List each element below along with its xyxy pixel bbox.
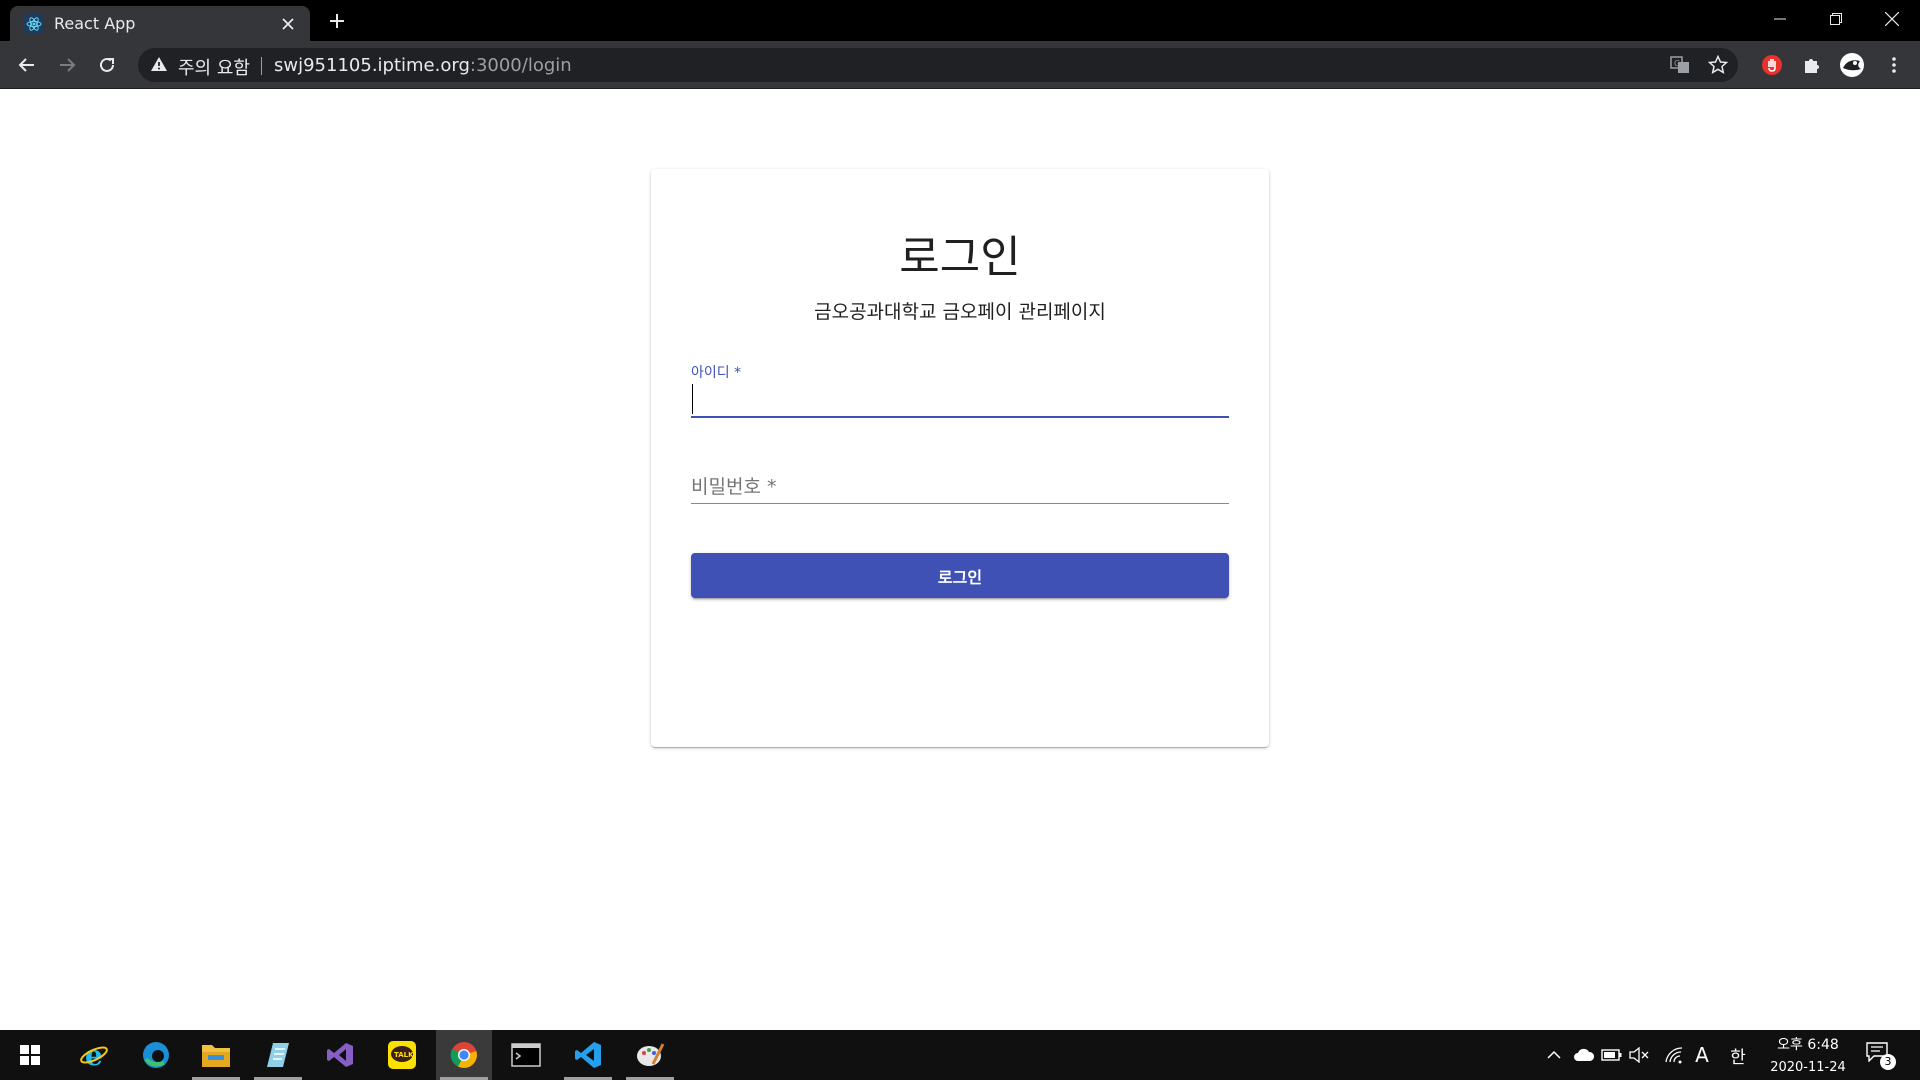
svg-text:G: G (1674, 59, 1680, 68)
react-logo-icon (24, 13, 44, 34)
browser-toolbar: 주의 요함 swj951105.iptime.org:3000/login G (0, 41, 1920, 89)
terminal-icon[interactable] (498, 1030, 554, 1080)
clock-time: 오후 6:48 (1777, 1037, 1839, 1053)
browser-tab[interactable]: React App (10, 6, 310, 41)
action-center-button[interactable]: 3 (1866, 1042, 1896, 1070)
svg-text:e: e (85, 1040, 103, 1070)
login-card: 로그인 금오공과대학교 금오페이 관리페이지 아이디 * 비밀번호 * 로그인 (651, 169, 1269, 747)
id-field-label: 아이디 * (691, 365, 742, 381)
page-title: 로그인 (899, 232, 1021, 283)
close-window-button[interactable] (1864, 0, 1920, 38)
taskbar: e TALK A 한 오후 6:48 2020-11-24 3 (0, 1030, 1920, 1080)
wifi-icon[interactable] (1662, 1043, 1686, 1067)
edge-icon[interactable] (128, 1030, 184, 1080)
kakaotalk-icon[interactable]: TALK (374, 1030, 430, 1080)
file-explorer-icon[interactable] (188, 1030, 244, 1080)
password-input[interactable] (691, 472, 1229, 506)
address-bar[interactable]: 주의 요함 swj951105.iptime.org:3000/login G (138, 48, 1738, 82)
id-field-underline (691, 416, 1229, 418)
warning-icon[interactable] (150, 56, 168, 76)
tab-title: React App (54, 14, 136, 33)
password-field[interactable]: 비밀번호 * (691, 452, 1229, 512)
chrome-icon[interactable] (436, 1030, 492, 1080)
svg-text:TALK: TALK (394, 1051, 414, 1059)
ime-mode-indicator[interactable]: A (1690, 1043, 1714, 1067)
url-host: swj951105.iptime.org (274, 55, 470, 76)
extensions-puzzle-icon[interactable] (1798, 51, 1826, 79)
back-button[interactable] (12, 50, 42, 80)
url-text[interactable]: swj951105.iptime.org:3000/login (274, 55, 572, 76)
url-path: :3000/login (469, 55, 572, 76)
clock-date: 2020-11-24 (1770, 1060, 1846, 1075)
reload-button[interactable] (92, 50, 122, 80)
security-status[interactable]: 주의 요함 (178, 54, 250, 80)
tray-overflow-chevron-icon[interactable] (1542, 1043, 1566, 1067)
taskbar-clock[interactable]: 오후 6:48 2020-11-24 (1758, 1034, 1858, 1075)
chrome-menu-icon[interactable] (1880, 51, 1908, 79)
browser-tabbar: React App (0, 0, 1920, 41)
adblock-extension-icon[interactable] (1758, 51, 1786, 79)
start-button[interactable] (2, 1030, 58, 1080)
ime-language-indicator[interactable]: 한 (1726, 1043, 1750, 1068)
login-submit-button[interactable]: 로그인 (691, 553, 1229, 598)
page-subtitle: 금오공과대학교 금오페이 관리페이지 (814, 301, 1106, 323)
bookmark-star-icon[interactable] (1706, 53, 1730, 77)
tab-close-icon[interactable] (276, 12, 300, 36)
battery-icon[interactable] (1600, 1043, 1624, 1067)
onedrive-cloud-icon[interactable] (1572, 1043, 1596, 1067)
forward-button[interactable] (52, 50, 82, 80)
volume-muted-icon[interactable] (1628, 1043, 1652, 1067)
id-input[interactable] (691, 382, 1229, 416)
text-caret (692, 384, 693, 414)
notepad-icon[interactable] (250, 1030, 306, 1080)
vscode-icon[interactable] (560, 1030, 616, 1080)
internet-explorer-icon[interactable]: e (66, 1030, 122, 1080)
minimize-button[interactable] (1752, 0, 1808, 38)
paint-icon[interactable] (622, 1030, 678, 1080)
profile-avatar[interactable] (1838, 51, 1866, 79)
visual-studio-icon[interactable] (312, 1030, 368, 1080)
password-field-underline (691, 503, 1229, 504)
new-tab-button[interactable] (325, 9, 349, 33)
translate-icon[interactable]: G (1668, 53, 1692, 77)
id-field[interactable]: 아이디 * (691, 362, 1229, 422)
restore-button[interactable] (1808, 0, 1864, 38)
notification-count-badge: 3 (1880, 1054, 1896, 1070)
omnibox-divider (261, 57, 262, 75)
